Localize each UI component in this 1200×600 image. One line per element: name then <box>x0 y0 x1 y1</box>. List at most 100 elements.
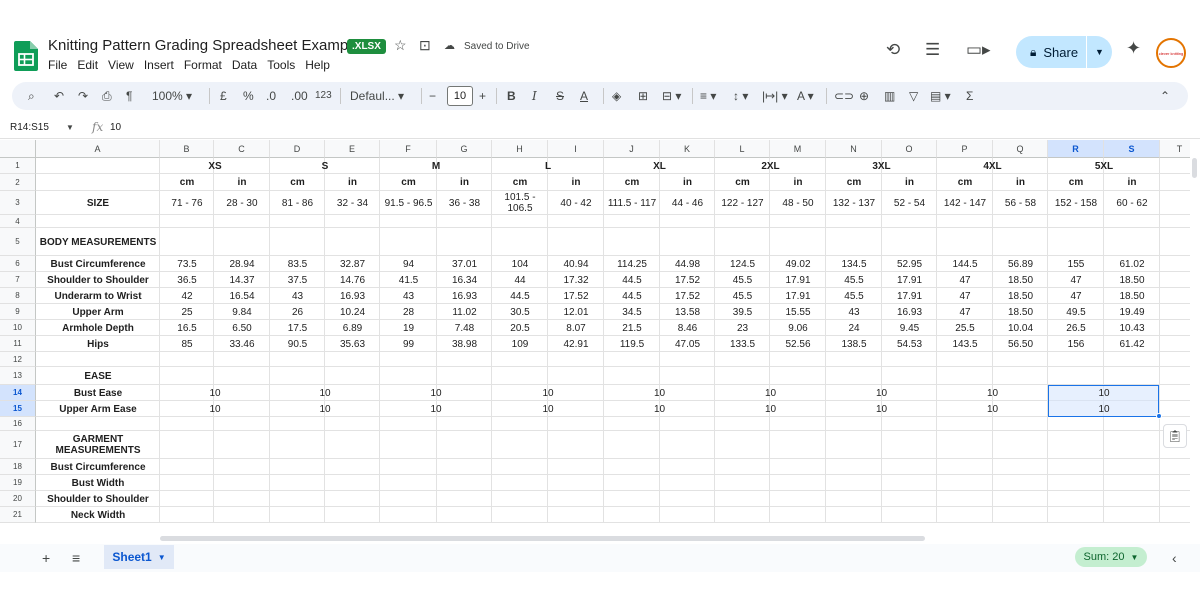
unit-cell[interactable]: cm <box>937 174 993 191</box>
data-cell[interactable]: 36 - 38 <box>437 191 492 215</box>
row-header[interactable]: 3 <box>0 191 36 215</box>
unit-cell[interactable]: cm <box>492 174 548 191</box>
side-panel-toggle-icon[interactable]: ‹ <box>1172 550 1177 566</box>
data-cell[interactable]: 10 <box>937 385 1048 401</box>
data-cell[interactable]: 48 - 50 <box>770 191 826 215</box>
data-cell[interactable]: 10 <box>380 385 492 401</box>
data-cell[interactable]: 10 <box>492 401 604 417</box>
data-cell[interactable]: 24 <box>826 320 882 336</box>
data-cell[interactable]: 28 - 30 <box>214 191 270 215</box>
formula-input[interactable]: 10 <box>110 122 121 133</box>
column-header[interactable]: L <box>715 140 770 158</box>
functions-button[interactable]: Σ <box>966 89 973 103</box>
data-cell[interactable]: 17.91 <box>882 272 937 288</box>
all-sheets-icon[interactable]: ≡ <box>72 550 80 566</box>
data-cell[interactable]: 37.5 <box>270 272 325 288</box>
data-cell[interactable]: 52.56 <box>770 336 826 352</box>
data-cell[interactable]: 90.5 <box>270 336 325 352</box>
data-cell[interactable]: 35.63 <box>325 336 380 352</box>
column-header[interactable]: E <box>325 140 380 158</box>
data-cell[interactable]: 23 <box>715 320 770 336</box>
data-cell[interactable]: 10 <box>492 385 604 401</box>
data-cell[interactable]: 11.02 <box>437 304 492 320</box>
data-cell[interactable]: 85 <box>160 336 214 352</box>
row-header[interactable]: 14 <box>0 385 36 401</box>
unit-cell[interactable]: in <box>882 174 937 191</box>
data-cell[interactable]: 155 <box>1048 256 1104 272</box>
name-box-dropdown-icon[interactable]: ▼ <box>66 123 74 132</box>
unit-cell[interactable]: in <box>548 174 604 191</box>
data-cell[interactable]: 94 <box>380 256 437 272</box>
row-label-cell[interactable]: Bust Circumference <box>36 256 160 272</box>
spreadsheet-grid[interactable]: A B C D E F G H I J K L M N O P Q R S T 1 2 3 4 5 6 7 8 9 10 11 12 13 14 1… <box>0 140 1190 532</box>
data-cell[interactable]: 30.5 <box>492 304 548 320</box>
menu-help[interactable]: Help <box>305 58 330 72</box>
data-cell[interactable]: 49.02 <box>770 256 826 272</box>
data-cell[interactable]: 16.93 <box>882 304 937 320</box>
data-cell[interactable]: 12.01 <box>548 304 604 320</box>
column-header[interactable]: B <box>160 140 214 158</box>
size-header-cell[interactable]: 5XL <box>1048 158 1160 174</box>
data-cell[interactable]: 42 <box>160 288 214 304</box>
data-cell[interactable]: 61.02 <box>1104 256 1160 272</box>
data-cell[interactable]: 91.5 - 96.5 <box>380 191 437 215</box>
data-cell[interactable]: 16.54 <box>214 288 270 304</box>
row-label-cell[interactable]: Bust Ease <box>36 385 160 401</box>
row-label-cell[interactable]: Upper Arm <box>36 304 160 320</box>
row-label-cell[interactable]: Armhole Depth <box>36 320 160 336</box>
menu-insert[interactable]: Insert <box>144 58 174 72</box>
column-header[interactable]: G <box>437 140 492 158</box>
vertical-scrollbar[interactable] <box>1192 158 1197 178</box>
data-cell[interactable]: 8.07 <box>548 320 604 336</box>
data-cell[interactable]: 26 <box>270 304 325 320</box>
data-cell[interactable]: 52 - 54 <box>882 191 937 215</box>
tab-sheet1[interactable]: Sheet1 ▼ <box>104 545 174 569</box>
row-header[interactable]: 5 <box>0 228 36 256</box>
data-cell[interactable]: 6.89 <box>325 320 380 336</box>
data-cell[interactable]: 47 <box>1048 288 1104 304</box>
menu-file[interactable]: File <box>48 58 67 72</box>
move-folder-icon[interactable]: ⊡ <box>419 37 431 54</box>
data-cell[interactable]: 19.49 <box>1104 304 1160 320</box>
zoom-select[interactable]: 100% ▾ <box>152 89 192 103</box>
data-cell[interactable]: 83.5 <box>270 256 325 272</box>
data-cell[interactable]: 47 <box>937 304 993 320</box>
data-cell[interactable]: 43 <box>270 288 325 304</box>
horizontal-align-icon[interactable]: ≡ ▾ <box>700 89 716 103</box>
row-label-cell[interactable]: Bust Circumference <box>36 459 160 475</box>
data-cell[interactable]: 45.5 <box>715 272 770 288</box>
data-cell[interactable]: 17.91 <box>770 288 826 304</box>
data-cell[interactable]: 10 <box>160 385 270 401</box>
data-cell[interactable]: 9.06 <box>770 320 826 336</box>
undo-icon[interactable]: ↶ <box>54 89 64 103</box>
data-cell[interactable]: 109 <box>492 336 548 352</box>
row-label-cell[interactable]: Neck Width <box>36 507 160 523</box>
data-cell[interactable]: 152 - 158 <box>1048 191 1104 215</box>
data-cell[interactable]: 41.5 <box>380 272 437 288</box>
data-cell[interactable]: 32.87 <box>325 256 380 272</box>
data-cell[interactable]: 25 <box>160 304 214 320</box>
data-cell[interactable]: 34.5 <box>604 304 660 320</box>
row-header[interactable]: 1 <box>0 158 36 174</box>
data-cell[interactable]: 45.5 <box>826 272 882 288</box>
data-cell[interactable]: 37.01 <box>437 256 492 272</box>
data-cell[interactable]: 6.50 <box>214 320 270 336</box>
data-cell[interactable]: 101.5 - 106.5 <box>492 191 548 215</box>
column-header[interactable]: Q <box>993 140 1048 158</box>
row-header[interactable]: 10 <box>0 320 36 336</box>
data-cell[interactable]: 28.94 <box>214 256 270 272</box>
row-header[interactable]: 17 <box>0 431 36 459</box>
meet-video-icon[interactable]: ▭▸ <box>966 40 991 60</box>
data-cell[interactable]: 36.5 <box>160 272 214 288</box>
data-cell[interactable]: 56 - 58 <box>993 191 1048 215</box>
bold-button[interactable]: B <box>507 89 516 103</box>
data-cell[interactable]: 28 <box>380 304 437 320</box>
data-cell[interactable]: 10 <box>715 385 826 401</box>
column-header[interactable]: N <box>826 140 882 158</box>
row-header[interactable]: 2 <box>0 174 36 191</box>
document-title[interactable]: Knitting Pattern Grading Spreadsheet Exa… <box>48 37 360 54</box>
column-header[interactable]: S <box>1104 140 1160 158</box>
data-cell[interactable]: 111.5 - 117 <box>604 191 660 215</box>
comments-icon[interactable]: ☰ <box>925 40 940 60</box>
column-header[interactable]: O <box>882 140 937 158</box>
